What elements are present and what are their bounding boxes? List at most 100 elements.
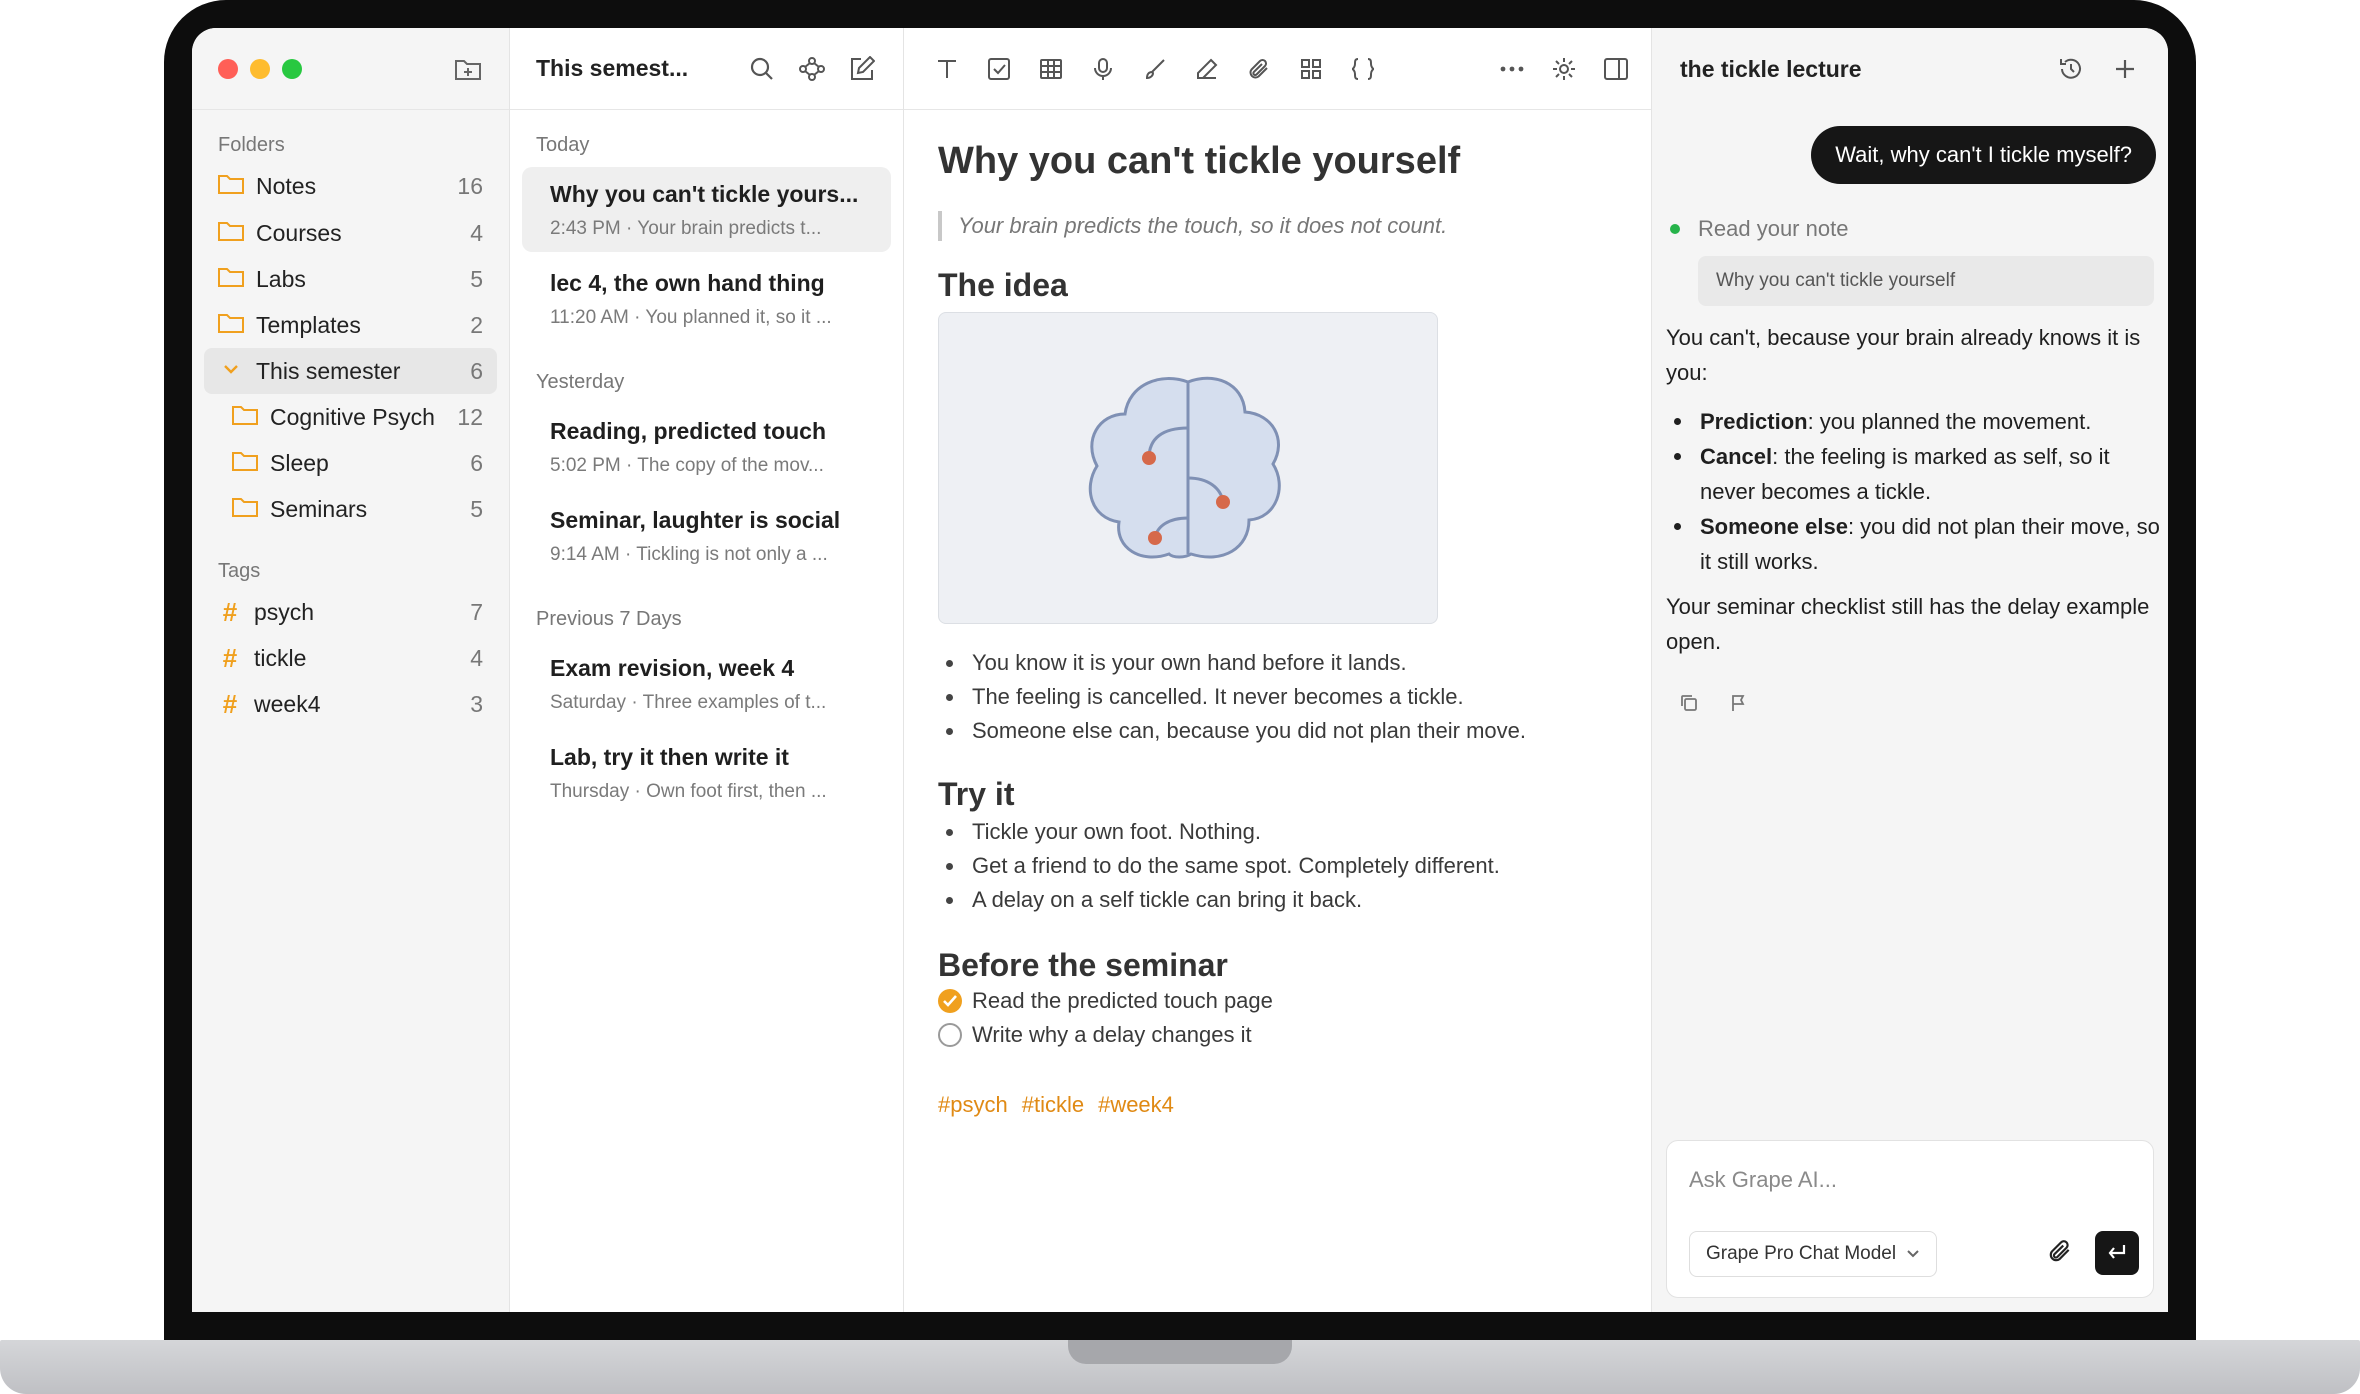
note-tag[interactable]: #tickle	[1022, 1092, 1084, 1118]
answer-term: Cancel	[1700, 444, 1773, 469]
note-card[interactable]: Lab, try it then write it Thursday · Own…	[522, 730, 891, 815]
note-body[interactable]: Why you can't tickle yourself Your brain…	[904, 110, 1651, 1142]
unchecked-checkbox-icon[interactable]	[938, 1023, 962, 1047]
note-tag[interactable]: #week4	[1098, 1092, 1174, 1118]
note-tag[interactable]: #psych	[938, 1092, 1008, 1118]
model-selector[interactable]: Grape Pro Chat Model	[1689, 1231, 1938, 1277]
assistant-answer: You can't, because your brain already kn…	[1666, 320, 2160, 659]
folder-icon	[218, 173, 244, 200]
send-button[interactable]	[2095, 1231, 2139, 1275]
zoom-window-button[interactable]	[282, 58, 302, 79]
search-icon[interactable]	[747, 54, 777, 84]
note-preview: 2:43 PM · Your brain predicts t...	[550, 218, 822, 239]
answer-points: Prediction: you planned the movement. Ca…	[1666, 404, 2160, 579]
tags-label: Tags	[218, 560, 261, 582]
folder-courses[interactable]: Courses 4	[204, 210, 497, 256]
attachment-icon[interactable]	[1244, 54, 1274, 84]
note-list-title: This semest...	[536, 55, 689, 81]
folder-count: 16	[457, 173, 483, 199]
note-card[interactable]: Reading, predicted touch 5:02 PM · The c…	[522, 404, 891, 489]
hash-icon: #	[222, 596, 238, 627]
microphone-icon[interactable]	[1088, 54, 1118, 84]
folder-templates[interactable]: Templates 2	[204, 302, 497, 348]
tool-step-label: Read your note	[1698, 216, 1849, 241]
note-title: Lab, try it then write it	[550, 744, 789, 770]
pen-icon[interactable]	[1192, 54, 1222, 84]
folder-count: 5	[470, 495, 483, 522]
todo-item[interactable]: Read the predicted touch page	[938, 984, 1617, 1018]
answer-intro: You can't, because your brain already kn…	[1666, 325, 2141, 385]
assistant-header: the tickle lecture	[1652, 28, 2168, 110]
folder-label: Labs	[256, 265, 306, 292]
note-list-pane: This semest... Today Why you can't tickl…	[510, 28, 904, 1312]
folder-sleep[interactable]: Sleep 6	[204, 440, 497, 486]
folder-count: 5	[470, 265, 483, 292]
group-label: Yesterday	[536, 371, 625, 393]
tag-psych[interactable]: # psych 7	[204, 589, 497, 635]
app-window: Folders Notes 16 Courses 4 Labs 5 Templa…	[192, 28, 2168, 1312]
folder-cognitive-psych[interactable]: Cognitive Psych 12	[204, 394, 497, 440]
flag-icon[interactable]	[1724, 688, 1754, 718]
todo-label: Read the predicted touch page	[972, 988, 1273, 1013]
folder-count: 4	[470, 219, 483, 246]
gear-icon[interactable]	[1549, 54, 1579, 84]
folder-labs[interactable]: Labs 5	[204, 256, 497, 302]
answer-term: Someone else	[1700, 514, 1848, 539]
editor-toolbar	[904, 28, 1651, 110]
todo-item[interactable]: Write why a delay changes it	[938, 1018, 1617, 1052]
sidebar-header	[192, 28, 509, 110]
new-folder-icon[interactable]	[453, 54, 483, 84]
folder-seminars[interactable]: Seminars 5	[204, 486, 497, 532]
note-title: Reading, predicted touch	[550, 418, 827, 444]
idea-bullet-list: You know it is your own hand before it l…	[938, 646, 1617, 748]
folder-icon	[232, 450, 258, 477]
note-card[interactable]: Seminar, laughter is social 9:14 AM · Ti…	[522, 493, 891, 578]
minimize-window-button[interactable]	[250, 58, 270, 79]
plus-icon[interactable]	[2110, 54, 2140, 84]
compose-icon[interactable]	[847, 54, 877, 84]
brush-icon[interactable]	[1140, 54, 1170, 84]
text-format-icon[interactable]	[932, 54, 962, 84]
close-window-button[interactable]	[218, 58, 238, 79]
grid-icon[interactable]	[1296, 54, 1326, 84]
history-icon[interactable]	[2056, 54, 2086, 84]
note-card[interactable]: Why you can't tickle yours... 2:43 PM · …	[522, 167, 891, 252]
folder-label: Sleep	[270, 449, 329, 476]
note-card[interactable]: Exam revision, week 4 Saturday · Three e…	[522, 641, 891, 726]
section-heading-try: Try it	[938, 776, 1015, 812]
chat-input[interactable]: Ask Grape AI...	[1689, 1167, 1837, 1193]
laptop-notch	[1068, 1340, 1292, 1364]
folder-count: 6	[470, 449, 483, 476]
assistant-title: the tickle lecture	[1680, 55, 1862, 82]
section-heading-before-seminar: Before the seminar	[938, 947, 1228, 983]
note-reference-chip[interactable]: Why you can't tickle yourself	[1698, 256, 2154, 306]
folder-notes[interactable]: Notes 16	[204, 163, 497, 210]
copy-icon[interactable]	[1674, 688, 1704, 718]
checked-checkbox-icon[interactable]	[938, 989, 962, 1013]
note-card[interactable]: lec 4, the own hand thing 11:20 AM · You…	[522, 256, 891, 341]
note-title: Exam revision, week 4	[550, 655, 795, 681]
more-icon[interactable]	[1497, 54, 1527, 84]
folder-count: 2	[470, 311, 483, 338]
folder-label: Notes	[256, 173, 317, 199]
checklist-icon[interactable]	[984, 54, 1014, 84]
enter-icon	[2108, 1245, 2126, 1259]
user-message-bubble: Wait, why can't I tickle myself?	[1811, 126, 2156, 184]
tag-tickle[interactable]: # tickle 4	[204, 635, 497, 681]
graph-icon[interactable]	[797, 54, 827, 84]
todo-list: Read the predicted touch page Write why …	[938, 984, 1617, 1052]
folder-this-semester[interactable]: This semester 6	[204, 348, 497, 394]
try-bullet-list: Tickle your own foot. Nothing. Get a fri…	[938, 815, 1617, 917]
table-icon[interactable]	[1036, 54, 1066, 84]
note-quote: Your brain predicts the touch, so it doe…	[938, 211, 1617, 241]
code-braces-icon[interactable]	[1348, 54, 1378, 84]
chevron-down-icon[interactable]	[218, 358, 244, 385]
note-preview: 11:20 AM · You planned it, so it ...	[550, 307, 832, 328]
tag-label: week4	[254, 690, 321, 717]
folder-icon	[232, 404, 258, 431]
tag-week4[interactable]: # week4 3	[204, 681, 497, 727]
sidebar-toggle-icon[interactable]	[1601, 54, 1631, 84]
attach-icon[interactable]	[2047, 1237, 2073, 1270]
folder-label: Templates	[256, 311, 361, 338]
hash-icon: #	[222, 642, 238, 673]
